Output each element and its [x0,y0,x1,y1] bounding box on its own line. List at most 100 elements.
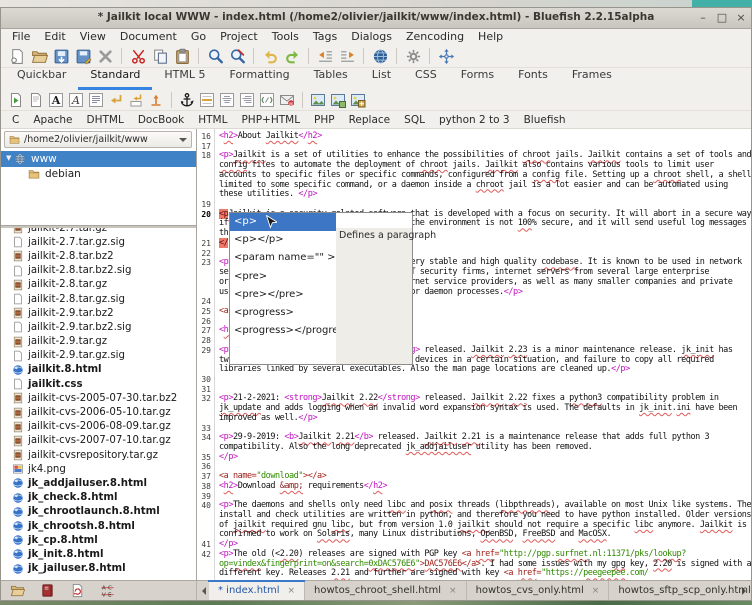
file-item-jk-cp-8-html[interactable]: jk_cp.8.html [1,533,196,547]
preview-in-browser-button[interactable] [372,48,389,65]
file-item-jk-check-8-html[interactable]: jk_check.8.html [1,491,196,505]
close-tab-icon[interactable]: × [449,586,457,596]
tree-item-www[interactable]: ▼www [1,151,196,167]
file-item-jk-jailuser-8-html[interactable]: jk_jailuser.8.html [1,562,196,576]
anchor-button[interactable] [179,92,195,108]
file-item-jk4-png[interactable]: jk4.png [1,462,196,476]
autocomplete-item[interactable]: <pre></pre> [230,286,336,304]
close-document-button[interactable] [97,48,114,65]
autocomplete-item[interactable]: <progress></progress> [230,322,336,340]
menu-item-go[interactable]: Go [184,29,213,45]
file-item-jailkit-2-9-tar-bz2[interactable]: jailkit-2.9.tar.bz2 [1,306,196,320]
rule-button[interactable] [199,92,215,108]
comment-button[interactable] [259,92,275,108]
multi-thumbnail-button[interactable] [350,92,366,108]
body-button[interactable] [28,92,44,108]
save-button[interactable] [53,48,70,65]
find-button[interactable] [207,48,224,65]
file-item-jailkit-2-9-tar-bz2-sig[interactable]: jailkit-2.9.tar.bz2.sig [1,320,196,334]
file-item-jailkit-cvs-2006-08-09-tar-gz[interactable]: jailkit-cvs-2006-08-09.tar.gz [1,420,196,434]
menu-item-tools[interactable]: Tools [265,29,306,45]
paste-button[interactable] [174,48,191,65]
maximize-button[interactable]: □ [716,8,728,27]
refresh-button[interactable] [70,583,85,598]
copy-button[interactable] [152,48,169,65]
toolbar-tab-fonts[interactable]: Fonts [506,66,560,90]
docs-book-button[interactable] [40,583,55,598]
title-bar[interactable]: * Jailkit local WWW - index.html (/home2… [1,8,751,29]
close-tab-icon[interactable]: × [592,586,600,596]
tabs-scroll-left-button[interactable] [197,581,209,600]
filter-button[interactable]: ACVE [100,583,115,598]
tag-group-dhtml[interactable]: DHTML [80,114,131,126]
autocomplete-item[interactable]: <p> [230,213,336,231]
paragraph-button[interactable] [88,92,104,108]
file-item-jailkit-cvs-2005-07-30-tar-bz2[interactable]: jailkit-cvs-2005-07-30.tar.bz2 [1,391,196,405]
center-button[interactable] [219,92,235,108]
file-item-jk-init-8-html[interactable]: jk_init.8.html [1,547,196,561]
tag-group-docbook[interactable]: DocBook [131,114,191,126]
cut-button[interactable] [130,48,147,65]
toolbar-tab-frames[interactable]: Frames [560,66,624,90]
tag-group-python-2-to-3[interactable]: python 2 to 3 [432,114,517,126]
insert-image-button[interactable] [310,92,326,108]
document-tab-howtos-chroot-shell-html[interactable]: howtos_chroot_shell.html× [305,581,467,600]
file-item-jailkit-2-8-tar-bz2-sig[interactable]: jailkit-2.8.tar.bz2.sig [1,264,196,278]
tag-group-php[interactable]: PHP [307,114,342,126]
undo-button[interactable] [262,48,279,65]
file-item-jailkit-2-9-tar-gz[interactable]: jailkit-2.9.tar.gz [1,335,196,349]
save-as-button[interactable] [75,48,92,65]
file-item-jailkit-2-8-tar-bz2[interactable]: jailkit-2.8.tar.bz2 [1,249,196,263]
document-tab-index-html[interactable]: * index.html× [209,581,305,600]
autocomplete-item[interactable]: <progress> [230,304,336,322]
close-tab-icon[interactable]: × [288,586,296,596]
new-document-button[interactable] [9,48,26,65]
toolbar-tab-html-5[interactable]: HTML 5 [152,66,217,90]
autocomplete-item[interactable]: <pre> [230,268,336,286]
tag-group-php-html[interactable]: PHP+HTML [234,114,307,126]
open-folder-button[interactable] [31,48,48,65]
expander-down-icon[interactable]: ▼ [6,151,14,166]
file-item-jailkit-2-8-tar-gz-sig[interactable]: jailkit-2.8.tar.gz.sig [1,292,196,306]
tag-group-bluefish[interactable]: Bluefish [517,114,573,126]
thumbnail-button[interactable] [330,92,346,108]
directory-button[interactable] [10,583,25,598]
toolbar-tab-formatting[interactable]: Formatting [218,66,302,90]
tree-item-debian[interactable]: debian [1,167,196,183]
fullscreen-button[interactable] [438,48,455,65]
italic-button[interactable]: A [68,92,84,108]
menu-item-project[interactable]: Project [213,29,265,45]
menu-item-edit[interactable]: Edit [37,29,72,45]
preferences-button[interactable] [405,48,422,65]
toolbar-tab-css[interactable]: CSS [403,66,449,90]
file-item-jailkit-cvs-2007-07-10-tar-gz[interactable]: jailkit-cvs-2007-07-10.tar.gz [1,434,196,448]
toolbar-tab-list[interactable]: List [360,66,403,90]
menu-item-help[interactable]: Help [471,29,510,45]
right-justify-button[interactable] [239,92,255,108]
file-item-jk-addjailuser-8-html[interactable]: jk_addjailuser.8.html [1,476,196,490]
find-replace-button[interactable] [229,48,246,65]
file-item-jailkit-8-html[interactable]: jailkit.8.html [1,363,196,377]
minimize-button[interactable]: – [697,8,709,27]
bold-button[interactable]: A [48,92,64,108]
toolbar-tab-forms[interactable]: Forms [449,66,506,90]
tag-group-html[interactable]: HTML [191,114,234,126]
directory-dropdown[interactable]: /home2/olivier/jailkit/www [4,131,192,148]
tag-group-apache[interactable]: Apache [26,114,79,126]
redo-button[interactable] [284,48,301,65]
file-item-jailkit-2-7-tar-gz[interactable]: jailkit-2.7.tar.gz [1,228,196,235]
menu-item-file[interactable]: File [5,29,37,45]
autocomplete-item[interactable]: <param name="" > [230,249,336,267]
email-button[interactable]: @ [279,92,295,108]
document-tab-howtos-cvs-only-html[interactable]: howtos_cvs_only.html× [467,581,610,600]
unindent-button[interactable] [317,48,334,65]
menu-item-dialogs[interactable]: Dialogs [344,29,399,45]
quickstart-button[interactable] [8,92,24,108]
toolbar-tab-tables[interactable]: Tables [302,66,360,90]
document-tab-howtos-sftp-scp-only-html[interactable]: howtos_sftp_scp_only.html× [609,581,752,600]
break-button[interactable] [108,92,124,108]
file-item-jailkit-2-7-tar-gz-sig[interactable]: jailkit-2.7.tar.gz.sig [1,235,196,249]
file-item-jailkit-2-9-tar-gz-sig[interactable]: jailkit-2.9.tar.gz.sig [1,349,196,363]
menu-item-view[interactable]: View [73,29,113,45]
tag-group-sql[interactable]: SQL [397,114,432,126]
